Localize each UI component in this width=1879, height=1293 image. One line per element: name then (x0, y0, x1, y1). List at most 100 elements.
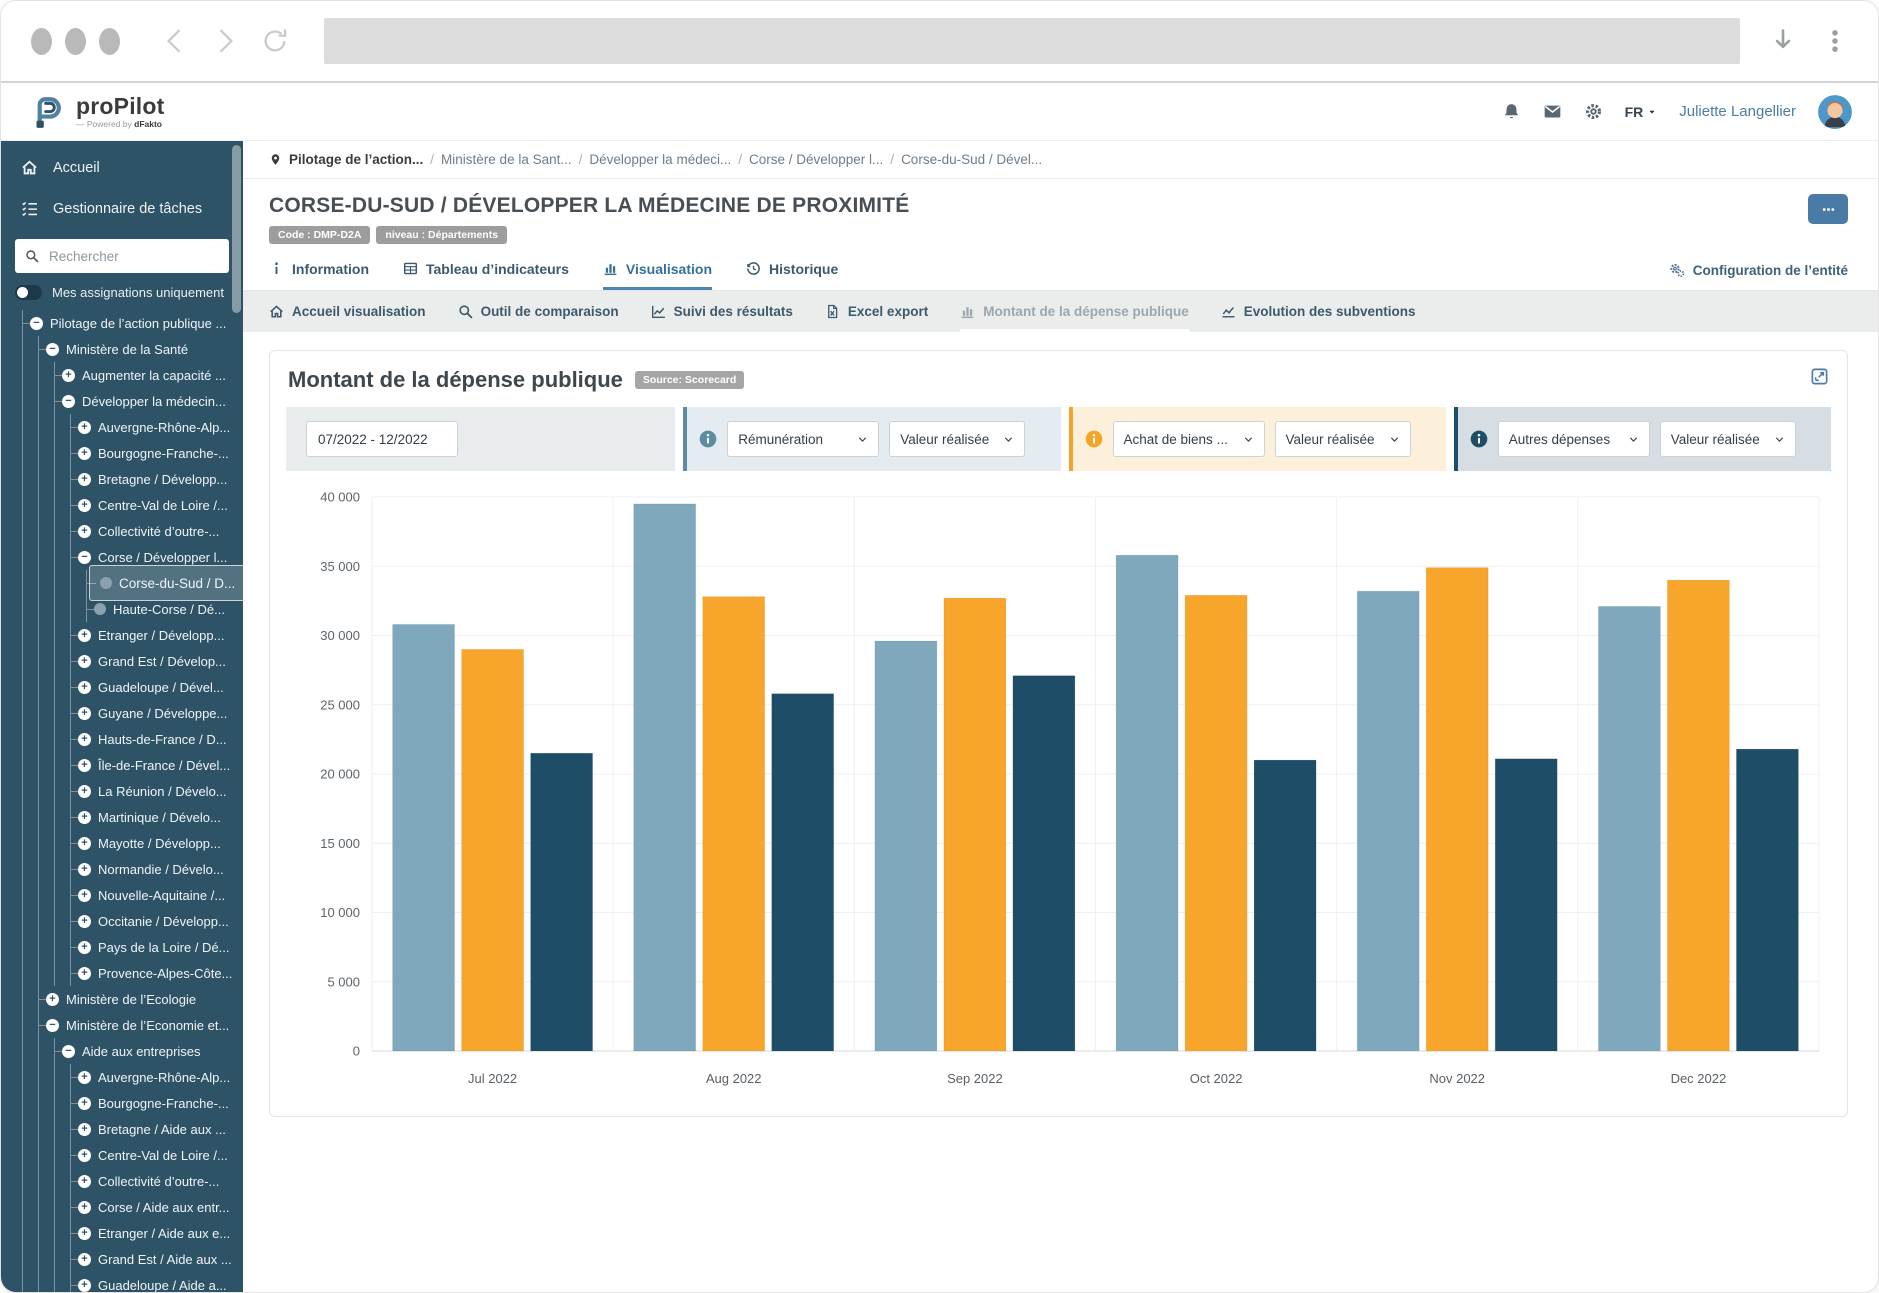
tree-item[interactable]: +Bourgogne-Franche-... (73, 444, 238, 463)
breadcrumb-item[interactable]: Développer la médeci... (589, 152, 731, 167)
tree-row[interactable]: +Pays de la Loire / Dé... (1, 934, 243, 960)
tab-visualisation[interactable]: Visualisation (603, 250, 712, 290)
expand-icon[interactable]: + (78, 837, 91, 850)
tree-row[interactable]: +Grand Est / Dévelop... (1, 648, 243, 674)
assignments-toggle[interactable]: Mes assignations uniquement (15, 285, 229, 300)
tree-item[interactable]: −Aide aux entreprises (57, 1042, 210, 1061)
subnav-item[interactable]: Outil de comparaison (458, 291, 619, 332)
tree-row[interactable]: +Collectivité d’outre-... (1, 518, 243, 544)
tree-item[interactable]: +Île-de-France / Dével... (73, 756, 239, 775)
tab-information[interactable]: Information (269, 250, 369, 290)
tree-item[interactable]: +Centre-Val de Loire /... (73, 1146, 237, 1165)
tree-row[interactable]: +Bourgogne-Franche-... (1, 440, 243, 466)
refresh-icon[interactable] (260, 26, 290, 56)
value-type-select[interactable]: Valeur réalisée (1660, 421, 1796, 457)
tree-item[interactable]: +Centre-Val de Loire /... (73, 496, 237, 515)
expand-icon[interactable]: + (46, 993, 59, 1006)
leaf-dot-icon[interactable] (100, 577, 112, 589)
tree-row[interactable]: +Provence-Alpes-Côte... (1, 960, 243, 986)
series-select[interactable]: Autres dépenses (1498, 421, 1650, 457)
tab-historique[interactable]: Historique (746, 250, 838, 290)
expand-icon[interactable]: + (78, 1071, 91, 1084)
avatar[interactable] (1818, 95, 1852, 129)
tree-row[interactable]: +Normandie / Dévelo... (1, 856, 243, 882)
tree-row[interactable]: +Occitanie / Développ... (1, 908, 243, 934)
date-range-input[interactable] (306, 421, 458, 457)
expand-icon[interactable]: + (78, 655, 91, 668)
tree-item[interactable]: −Ministère de l’Economie et... (41, 1016, 238, 1035)
tree-row[interactable]: −Pilotage de l’action publique ... (1, 310, 243, 336)
tree-item[interactable]: −Corse / Développer l... (73, 548, 236, 567)
tree-row[interactable]: +Bretagne / Aide aux ... (1, 1116, 243, 1142)
tree-row[interactable]: +Etranger / Aide aux e... (1, 1220, 243, 1246)
search-input[interactable] (47, 248, 228, 265)
entity-config-link[interactable]: Configuration de l’entité (1669, 250, 1848, 290)
tree-item[interactable]: −Développer la médecin... (57, 392, 235, 411)
collapse-icon[interactable]: − (46, 343, 59, 356)
breadcrumb-item[interactable]: Corse-du-Sud / Dével... (901, 152, 1042, 167)
expand-icon[interactable]: + (78, 1175, 91, 1188)
tree-item[interactable]: +Collectivité d’outre-... (73, 1172, 228, 1191)
toggle-switch[interactable] (15, 285, 42, 300)
tree-row[interactable]: +Auvergne-Rhône-Alp... (1, 414, 243, 440)
tree-row[interactable]: +Guadeloupe / Dével... (1, 674, 243, 700)
download-icon[interactable] (1770, 28, 1796, 54)
collapse-icon[interactable]: − (62, 1045, 75, 1058)
tree-item[interactable]: +Etranger / Développ... (73, 626, 233, 645)
expand-icon[interactable]: + (78, 863, 91, 876)
tree-row[interactable]: +Augmenter la capacité ... (1, 362, 243, 388)
expand-icon[interactable]: + (78, 759, 91, 772)
more-actions-button[interactable] (1808, 194, 1848, 224)
tree-item[interactable]: +Etranger / Aide aux e... (73, 1224, 239, 1243)
tree-row[interactable]: +Centre-Val de Loire /... (1, 1142, 243, 1168)
breadcrumb-item[interactable]: Ministère de la Sant... (441, 152, 572, 167)
forward-icon[interactable] (210, 26, 240, 56)
tree-row[interactable]: +Corse / Aide aux entr... (1, 1194, 243, 1220)
expand-icon[interactable]: + (78, 447, 91, 460)
leaf-dot-icon[interactable] (94, 603, 106, 615)
tree-row[interactable]: +Ministère de l’Ecologie (1, 986, 243, 1012)
expand-icon[interactable]: + (78, 473, 91, 486)
tree-item[interactable]: +Bretagne / Aide aux ... (73, 1120, 235, 1139)
subnav-item[interactable]: Suivi des résultats (651, 291, 793, 332)
expand-icon[interactable]: + (78, 889, 91, 902)
collapse-icon[interactable]: − (62, 395, 75, 408)
subnav-item[interactable]: Accueil visualisation (269, 291, 426, 332)
expand-icon[interactable]: + (78, 733, 91, 746)
expand-icon[interactable]: + (78, 1149, 91, 1162)
tree-row[interactable]: +Grand Est / Aide aux ... (1, 1246, 243, 1272)
tree-row[interactable]: +Centre-Val de Loire /... (1, 492, 243, 518)
tree-item[interactable]: +Normandie / Dévelo... (73, 860, 233, 879)
sidebar-item-accueil[interactable]: Accueil (1, 147, 243, 188)
tree-item[interactable]: +Pays de la Loire / Dé... (73, 938, 239, 957)
tree-row[interactable]: +Mayotte / Développ... (1, 830, 243, 856)
breadcrumb-item[interactable]: Corse / Développer l... (749, 152, 883, 167)
tree-row[interactable]: −Développer la médecin... (1, 388, 243, 414)
tree-row[interactable]: +Bretagne / Développ... (1, 466, 243, 492)
bell-icon[interactable] (1502, 102, 1521, 121)
tree-item[interactable]: +Bretagne / Développ... (73, 470, 236, 489)
tree-row[interactable]: +Île-de-France / Dével... (1, 752, 243, 778)
tree-row[interactable]: +Nouvelle-Aquitaine /... (1, 882, 243, 908)
gear-icon[interactable] (1584, 102, 1603, 121)
tree-row[interactable]: Haute-Corse / Dé... (1, 596, 243, 622)
tree-item[interactable]: +Ministère de l’Ecologie (41, 990, 205, 1009)
expand-icon[interactable]: + (78, 1227, 91, 1240)
series-select[interactable]: Achat de biens ... (1113, 421, 1265, 457)
tree-item[interactable]: +Provence-Alpes-Côte... (73, 964, 241, 983)
tree-item[interactable]: +Mayotte / Développ... (73, 834, 230, 853)
expand-icon[interactable]: + (78, 525, 91, 538)
window-controls[interactable] (31, 28, 120, 55)
tree-item[interactable]: +La Réunion / Dévelo... (73, 782, 236, 801)
value-type-select[interactable]: Valeur réalisée (1275, 421, 1411, 457)
tree-row[interactable]: +Guadeloupe / Aide a... (1, 1272, 243, 1292)
expand-icon[interactable]: + (78, 941, 91, 954)
tab-tableau-d-indicateurs[interactable]: Tableau d’indicateurs (403, 250, 569, 290)
tree-row[interactable]: +Bourgogne-Franche-... (1, 1090, 243, 1116)
tree-item[interactable]: −Pilotage de l’action publique ... (25, 314, 235, 333)
expand-icon[interactable]: + (78, 421, 91, 434)
tree-row[interactable]: +Guyane / Développe... (1, 700, 243, 726)
expand-icon[interactable]: + (78, 1123, 91, 1136)
sidebar-search[interactable] (15, 239, 229, 273)
tree-row[interactable]: −Ministère de la Santé (1, 336, 243, 362)
